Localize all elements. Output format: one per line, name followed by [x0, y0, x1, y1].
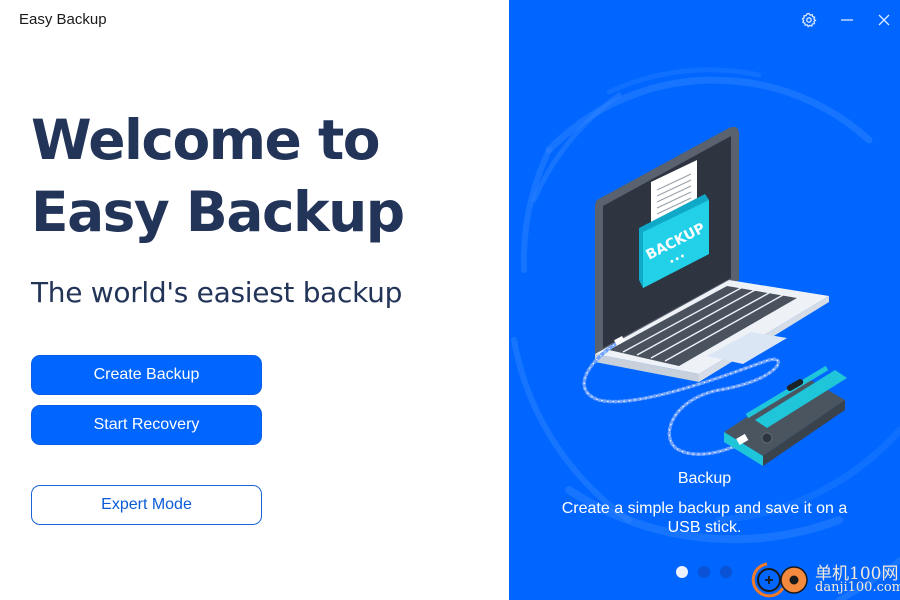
tagline: The world's easiest backup — [31, 276, 403, 309]
slide-title: Backup — [677, 470, 732, 487]
welcome-line-2: Easy Backup — [31, 180, 405, 244]
minimize-icon[interactable] — [837, 10, 857, 30]
slide-description: Create a simple backup and save it on a … — [561, 500, 848, 536]
carousel-dot-1[interactable] — [676, 566, 688, 578]
settings-gear-icon[interactable] — [799, 10, 819, 30]
watermark-text-url: danji100.com — [815, 580, 900, 595]
welcome-line-1: Welcome to — [31, 108, 381, 172]
carousel-dot-3[interactable] — [720, 566, 732, 578]
expert-mode-button[interactable]: Expert Mode — [31, 485, 262, 525]
left-panel: Easy Backup Welcome to Easy Backup The w… — [0, 0, 509, 600]
carousel-dot-2[interactable] — [698, 566, 710, 578]
welcome-heading: Welcome to Easy Backup — [31, 104, 405, 248]
create-backup-button[interactable]: Create Backup — [31, 355, 262, 395]
carousel-pagination — [676, 566, 732, 578]
carousel-panel: BACKUP ••• Backup Create a simple backup… — [509, 0, 900, 600]
close-icon[interactable] — [874, 10, 894, 30]
start-recovery-button[interactable]: Start Recovery — [31, 405, 262, 445]
watermark-logo-icon — [751, 562, 808, 598]
external-drive-icon — [724, 365, 847, 466]
app-title: Easy Backup — [19, 11, 107, 28]
watermark: 单机100网 danji100.com — [749, 558, 900, 600]
laptop-icon: BACKUP ••• — [595, 126, 829, 382]
laptop-usb-illustration: BACKUP ••• — [582, 126, 847, 466]
